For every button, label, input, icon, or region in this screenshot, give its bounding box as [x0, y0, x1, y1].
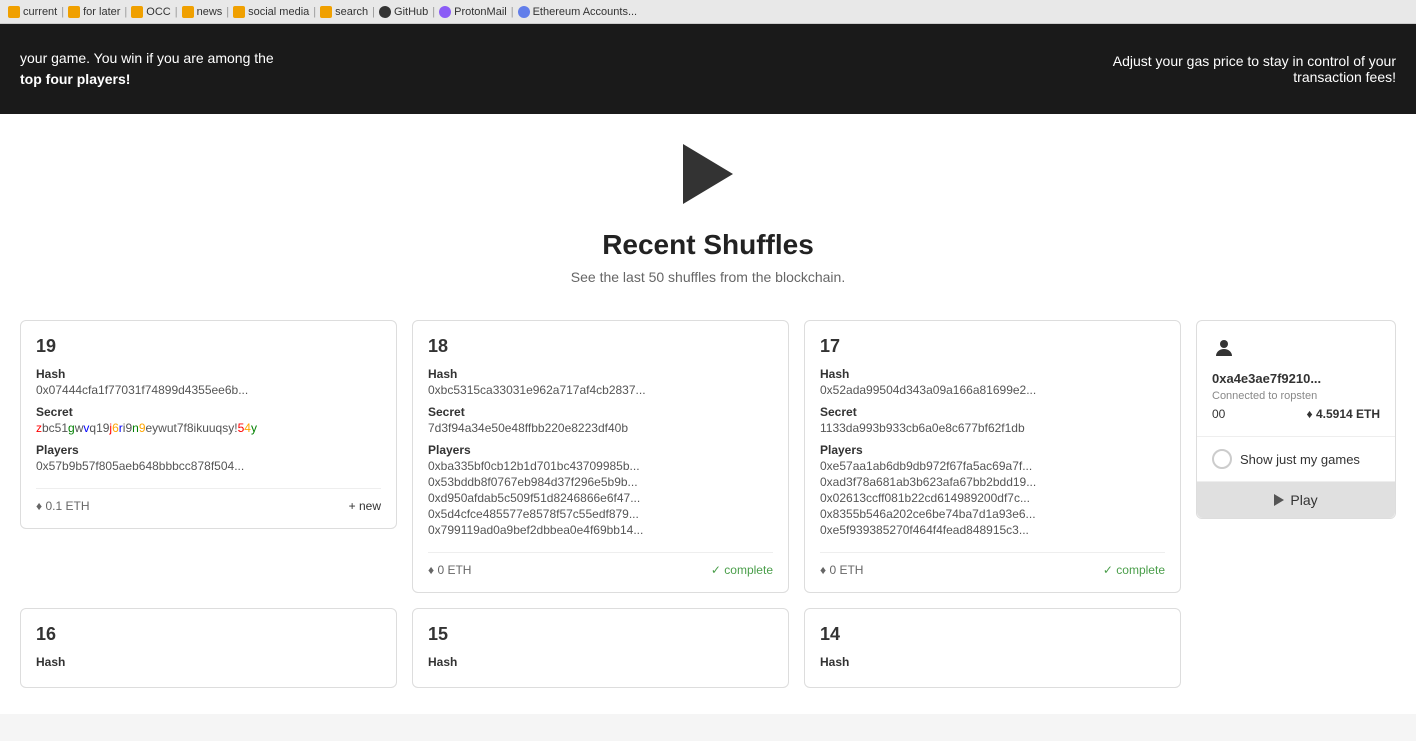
- show-my-games-toggle[interactable]: Show just my games: [1197, 437, 1395, 482]
- banner-right: Adjust your gas price to stay in control…: [1096, 53, 1396, 85]
- player-address: 0x02613ccff081b22cd614989200df7c...: [820, 491, 1165, 505]
- toggle-label: Show just my games: [1240, 452, 1360, 467]
- tab-for-later[interactable]: for later: [68, 6, 120, 18]
- hero-section: Recent Shuffles See the last 50 shuffles…: [0, 114, 1416, 305]
- game-card-19: 19 Hash 0x07444cfa1f77031f74899d4355ee6b…: [20, 320, 397, 529]
- eth-balance: ♦ 4.5914 ETH: [1307, 407, 1381, 421]
- card-number: 19: [36, 336, 381, 357]
- players-list: 0x57b9b57f805aeb648bbbcc878f504...: [36, 459, 381, 473]
- cards-row-1: 19 Hash 0x07444cfa1f77031f74899d4355ee6b…: [0, 305, 1416, 608]
- player-address: 0xe5f939385270f464f4fead848915c3...: [820, 523, 1165, 537]
- hash-value: 0x07444cfa1f77031f74899d4355ee6b...: [36, 383, 381, 397]
- banner-left: your game. You win if you are among the …: [20, 48, 274, 90]
- play-icon-large: [683, 144, 733, 204]
- card-footer: ♦ 0 ETH ✓ complete: [820, 552, 1165, 577]
- game-card-15: 15 Hash: [412, 608, 789, 688]
- card-footer: ♦ 0.1 ETH + new: [36, 488, 381, 513]
- status-badge: ✓ complete: [1103, 563, 1165, 577]
- hash-label: Hash: [36, 367, 381, 381]
- eth-amount: ♦ 0 ETH: [820, 563, 863, 577]
- hash-label: Hash: [428, 367, 773, 381]
- card-number: 15: [428, 624, 773, 645]
- tab-occ[interactable]: OCC: [131, 6, 170, 18]
- play-button-label: Play: [1290, 492, 1317, 508]
- sidebar-spacer: [1196, 608, 1396, 688]
- game-card-14: 14 Hash: [804, 608, 1181, 688]
- players-list: 0xba335bf0cb12b1d701bc43709985b... 0x53b…: [428, 459, 773, 537]
- card-number: 14: [820, 624, 1165, 645]
- game-card-17: 17 Hash 0x52ada99504d343a09a166a81699e2.…: [804, 320, 1181, 593]
- ethereum-icon: [518, 6, 530, 18]
- secret-label: Secret: [820, 405, 1165, 419]
- play-button-icon: [1274, 494, 1284, 506]
- cards-row-2: 16 Hash 15 Hash 14 Hash: [0, 608, 1416, 703]
- tab-github[interactable]: GitHub: [379, 6, 428, 18]
- folder-icon: [8, 6, 20, 18]
- players-list: 0xe57aa1ab6db9db972f67fa5ac69a7f... 0xad…: [820, 459, 1165, 537]
- tab-social-media[interactable]: social media: [233, 6, 309, 18]
- players-label: Players: [428, 443, 773, 457]
- hash-label: Hash: [820, 367, 1165, 381]
- player-address: 0x8355b546a202ce6be74ba7d1a93e6...: [820, 507, 1165, 521]
- player-address: 0xd950afdab5c509f51d8246866e6f47...: [428, 491, 773, 505]
- player-address: 0xba335bf0cb12b1d701bc43709985b...: [428, 459, 773, 473]
- folder-icon: [68, 6, 80, 18]
- tab-search[interactable]: search: [320, 6, 368, 18]
- user-avatar-icon: [1212, 336, 1380, 366]
- secret-label: Secret: [36, 405, 381, 419]
- balance-row: 00 ♦ 4.5914 ETH: [1212, 407, 1380, 421]
- folder-icon: [182, 6, 194, 18]
- game-card-16: 16 Hash: [20, 608, 397, 688]
- card-number: 16: [36, 624, 381, 645]
- players-label: Players: [820, 443, 1165, 457]
- play-button[interactable]: Play: [1197, 482, 1395, 518]
- hash-label: Hash: [36, 655, 381, 669]
- browser-tab-bar: current | for later | OCC | news | socia…: [0, 0, 1416, 24]
- status-badge: ✓ complete: [711, 563, 773, 577]
- player-address: 0xe57aa1ab6db9db972f67fa5ac69a7f...: [820, 459, 1165, 473]
- player-address: 0x5d4cfce485577e8578f57c55edf879...: [428, 507, 773, 521]
- players-label: Players: [36, 443, 381, 457]
- page-subtitle: See the last 50 shuffles from the blockc…: [20, 269, 1396, 285]
- player-address: 0x57b9b57f805aeb648bbbcc878f504...: [36, 459, 381, 473]
- top-banner: your game. You win if you are among the …: [0, 24, 1416, 114]
- tab-current[interactable]: current: [8, 6, 57, 18]
- github-icon: [379, 6, 391, 18]
- network-label: Connected to ropsten: [1212, 390, 1380, 402]
- card-number: 17: [820, 336, 1165, 357]
- tab-news[interactable]: news: [182, 6, 223, 18]
- status-badge: + new: [349, 499, 381, 513]
- protonmail-icon: [439, 6, 451, 18]
- folder-icon: [320, 6, 332, 18]
- secret-value: zbc51gwvq19j6ri9n9eywut7f8ikuuqsy!54y: [36, 421, 381, 435]
- game-count: 00: [1212, 407, 1225, 421]
- player-address: 0x799119ad0a9bef2dbbea0e4f69bb14...: [428, 523, 773, 537]
- tab-protonmail[interactable]: ProtonMail: [439, 6, 507, 18]
- eth-amount: ♦ 0.1 ETH: [36, 499, 89, 513]
- folder-icon: [131, 6, 143, 18]
- eth-amount: ♦ 0 ETH: [428, 563, 471, 577]
- secret-label: Secret: [428, 405, 773, 419]
- game-card-18: 18 Hash 0xbc5315ca33031e962a717af4cb2837…: [412, 320, 789, 593]
- hash-value: 0xbc5315ca33031e962a717af4cb2837...: [428, 383, 773, 397]
- page-title: Recent Shuffles: [20, 229, 1396, 261]
- player-address: 0x53bddb8f0767eb984d37f296e5b9b...: [428, 475, 773, 489]
- sidebar-user-card: 0xa4e3ae7f9210... Connected to ropsten 0…: [1196, 320, 1396, 519]
- user-section: 0xa4e3ae7f9210... Connected to ropsten 0…: [1197, 321, 1395, 437]
- hash-label: Hash: [428, 655, 773, 669]
- hash-value: 0x52ada99504d343a09a166a81699e2...: [820, 383, 1165, 397]
- secret-value: 1133da993b933cb6a0e8c677bf62f1db: [820, 421, 1165, 435]
- hash-label: Hash: [820, 655, 1165, 669]
- player-address: 0xad3f78a681ab3b623afa67bb2bdd19...: [820, 475, 1165, 489]
- tab-ethereum[interactable]: Ethereum Accounts...: [518, 6, 638, 18]
- card-number: 18: [428, 336, 773, 357]
- secret-value: 7d3f94a34e50e48ffbb220e8223df40b: [428, 421, 773, 435]
- toggle-radio[interactable]: [1212, 449, 1232, 469]
- card-footer: ♦ 0 ETH ✓ complete: [428, 552, 773, 577]
- folder-icon: [233, 6, 245, 18]
- main-content: Recent Shuffles See the last 50 shuffles…: [0, 114, 1416, 714]
- wallet-address: 0xa4e3ae7f9210...: [1212, 371, 1380, 386]
